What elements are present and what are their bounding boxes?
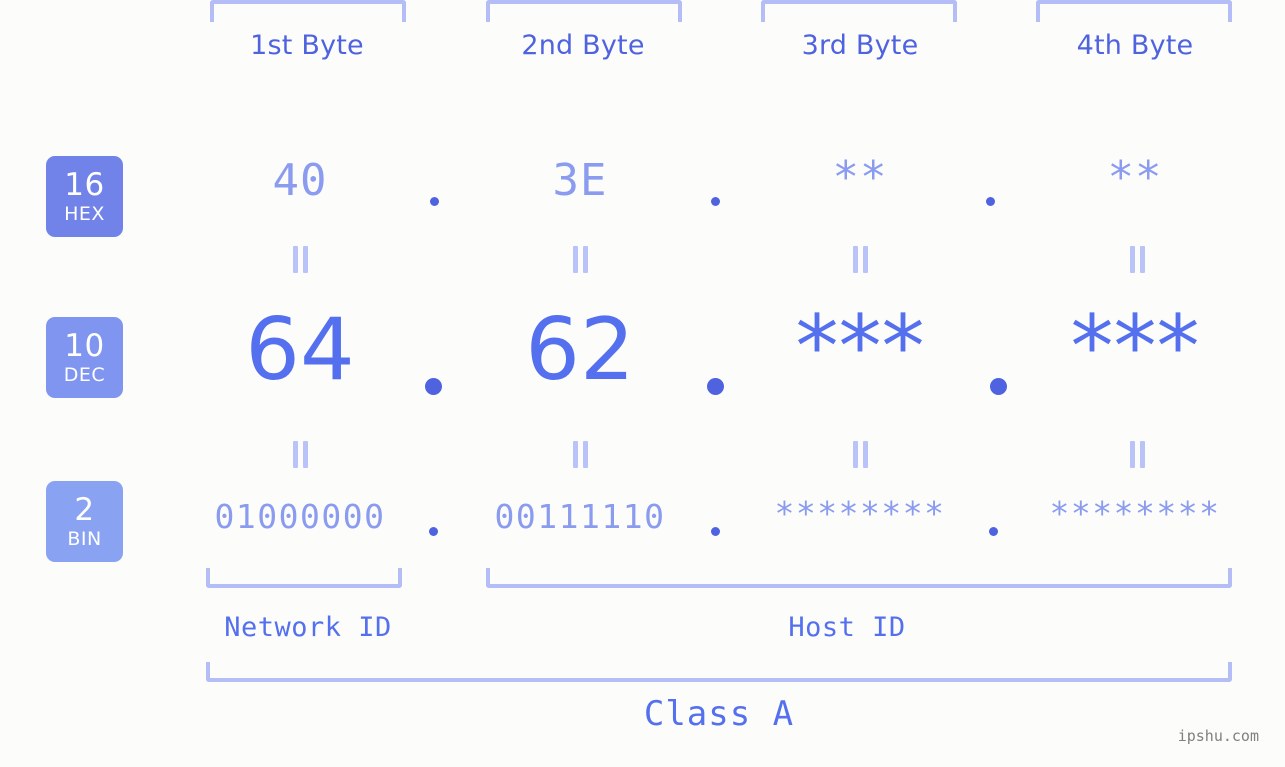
base-badge-dec-name: DEC	[63, 363, 106, 386]
equals-mark-hex-dec-4	[1126, 246, 1148, 273]
byte-header-4: 4th Byte	[1076, 30, 1194, 61]
equals-mark-dec-bin-1	[289, 441, 311, 468]
bin-byte-4-value: ********	[1049, 494, 1221, 533]
hex-byte-3-value: **	[832, 152, 888, 203]
hex-separator-dot-1	[430, 197, 439, 206]
hex-byte-2-value: 3E	[552, 155, 608, 206]
bin-byte-1-value: 01000000	[214, 497, 386, 536]
base-badge-hex-number: 16	[64, 166, 105, 203]
dec-byte-1-value: 64	[245, 300, 355, 400]
dec-separator-dot-1	[425, 378, 442, 395]
bin-byte-3-value: ********	[774, 494, 946, 533]
base-badge-dec-number: 10	[64, 327, 105, 364]
byte-bracket-4	[1036, 0, 1232, 22]
equals-mark-dec-bin-2	[569, 441, 591, 468]
dec-byte-3-value: ***	[795, 297, 925, 397]
equals-mark-hex-dec-3	[849, 246, 871, 273]
byte-header-1: 1st Byte	[250, 30, 364, 61]
bin-byte-2-value: 00111110	[494, 497, 666, 536]
base-badge-dec: 10 DEC	[46, 317, 123, 398]
byte-header-3: 3rd Byte	[801, 30, 919, 61]
host-id-label: Host ID	[788, 612, 906, 643]
byte-bracket-3	[761, 0, 957, 22]
byte-bracket-1	[210, 0, 406, 22]
base-badge-bin: 2 BIN	[46, 481, 123, 562]
base-badge-bin-number: 2	[74, 491, 95, 528]
class-bracket	[206, 662, 1232, 682]
dec-byte-2-value: 62	[525, 300, 635, 400]
bin-separator-dot-1	[429, 527, 438, 536]
dec-separator-dot-2	[707, 378, 724, 395]
equals-mark-hex-dec-2	[569, 246, 591, 273]
byte-bracket-2	[486, 0, 682, 22]
dec-byte-4-value: ***	[1070, 297, 1200, 397]
hex-separator-dot-2	[711, 197, 720, 206]
hex-separator-dot-3	[986, 197, 995, 206]
base-badge-hex: 16 HEX	[46, 156, 123, 237]
network-id-bracket	[206, 568, 402, 588]
hex-byte-4-value: **	[1107, 152, 1163, 203]
ip-address-breakdown-diagram: 1st Byte 2nd Byte 3rd Byte 4th Byte 16 H…	[0, 0, 1285, 767]
bin-separator-dot-2	[711, 527, 720, 536]
equals-mark-hex-dec-1	[289, 246, 311, 273]
site-watermark: ipshu.com	[1177, 727, 1259, 745]
byte-header-2: 2nd Byte	[521, 30, 645, 61]
equals-mark-dec-bin-4	[1126, 441, 1148, 468]
base-badge-bin-name: BIN	[67, 527, 102, 550]
hex-byte-1-value: 40	[272, 155, 328, 206]
network-id-label: Network ID	[224, 612, 392, 643]
equals-mark-dec-bin-3	[849, 441, 871, 468]
base-badge-hex-name: HEX	[64, 202, 105, 225]
host-id-bracket	[486, 568, 1232, 588]
class-label: Class A	[643, 694, 795, 734]
bin-separator-dot-3	[989, 527, 998, 536]
